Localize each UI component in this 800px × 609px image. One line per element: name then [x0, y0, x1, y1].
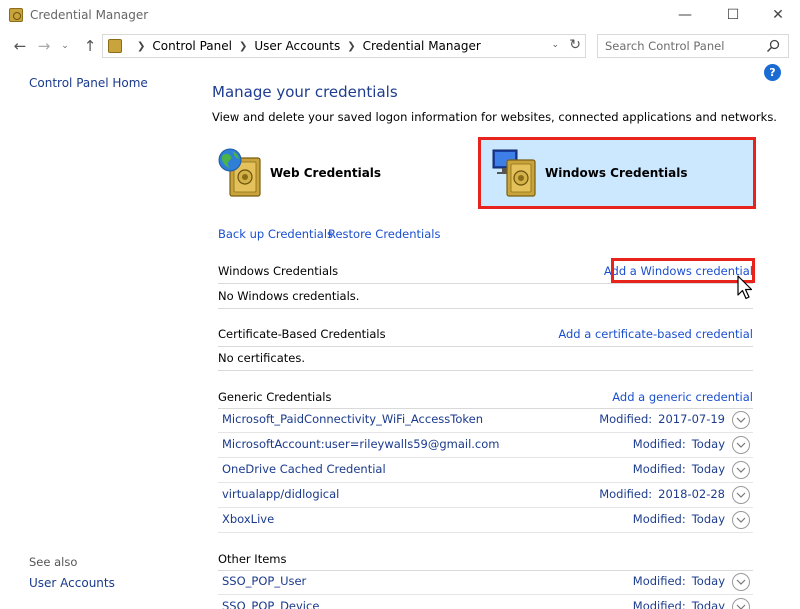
chevron-right-icon[interactable]: ❯ — [137, 41, 145, 52]
other-items-heading: Other Items — [218, 552, 287, 566]
credential-modified: Modified: Today — [632, 599, 725, 609]
windows-credentials-heading: Windows Credentials — [218, 264, 339, 278]
chevron-down-icon[interactable] — [732, 511, 750, 529]
recent-locations-button[interactable]: ⌄ — [58, 36, 72, 56]
help-button[interactable]: ? — [764, 64, 781, 81]
other-credential-row[interactable]: SSO_POP_Device Modified: Today — [218, 596, 753, 609]
chevron-down-icon[interactable] — [732, 411, 750, 429]
credential-name[interactable]: SSO_POP_Device — [222, 599, 319, 609]
generic-credential-row[interactable]: OneDrive Cached Credential Modified: Toda… — [218, 459, 753, 483]
breadcrumb-credential-manager[interactable]: Credential Manager — [363, 39, 481, 53]
search-icon[interactable] — [766, 39, 780, 53]
page-title: Manage your credentials — [212, 83, 398, 101]
maximize-button[interactable]: ☐ — [710, 0, 756, 30]
title-bar: Credential Manager — ☐ ✕ — [0, 0, 800, 31]
page-description: View and delete your saved logon informa… — [212, 110, 777, 124]
back-up-credentials-link[interactable]: Back up Credentials — [218, 227, 333, 241]
chevron-down-icon[interactable] — [732, 461, 750, 479]
no-windows-credentials-text: No Windows credentials. — [218, 289, 360, 303]
no-certificates-text: No certificates. — [218, 351, 305, 365]
credential-modified: Modified: 2017-07-19 — [599, 412, 725, 426]
credential-modified: Modified: Today — [632, 512, 725, 526]
close-button[interactable]: ✕ — [755, 0, 800, 30]
add-generic-credential-link[interactable]: Add a generic credential — [612, 390, 753, 404]
generic-credential-row[interactable]: MicrosoftAccount:user=rileywalls59@gmail… — [218, 434, 753, 458]
divider — [218, 370, 753, 371]
minimize-button[interactable]: — — [662, 0, 708, 30]
credential-name[interactable]: OneDrive Cached Credential — [222, 462, 386, 476]
credential-name[interactable]: MicrosoftAccount:user=rileywalls59@gmail… — [222, 437, 499, 451]
mouse-cursor-icon — [737, 275, 753, 300]
credential-modified: Modified: Today — [632, 437, 725, 451]
generic-credential-row[interactable]: Microsoft_PaidConnectivity_WiFi_AccessTo… — [218, 409, 753, 433]
navigation-bar: ← → ⌄ ↑ ❯ Control Panel ❯ User Accounts … — [0, 31, 800, 61]
see-also-label: See also — [29, 555, 78, 569]
search-input[interactable] — [605, 36, 765, 56]
other-items-section-header: Other Items — [218, 552, 753, 572]
divider — [218, 283, 753, 284]
divider — [218, 346, 753, 347]
breadcrumb-control-panel[interactable]: Control Panel — [152, 39, 232, 53]
generic-credentials-section-header: Generic Credentials Add a generic creden… — [218, 390, 753, 410]
highlight-box — [611, 258, 755, 283]
divider — [218, 308, 753, 309]
control-panel-home-link[interactable]: Control Panel Home — [29, 76, 148, 90]
refresh-icon[interactable]: ↻ — [569, 37, 581, 53]
add-certificate-credential-link[interactable]: Add a certificate-based credential — [558, 327, 753, 341]
windows-credentials-label: Windows Credentials — [545, 166, 688, 180]
generic-credential-row[interactable]: virtualapp/didlogical Modified: 2018-02-2… — [218, 484, 753, 508]
web-credentials-tile[interactable]: Web Credentials — [216, 140, 476, 206]
certificate-credentials-heading: Certificate-Based Credentials — [218, 327, 386, 341]
chevron-right-icon[interactable]: ❯ — [347, 41, 355, 52]
chevron-down-icon[interactable] — [732, 436, 750, 454]
certificate-credentials-section-header: Certificate-Based Credentials Add a cert… — [218, 327, 753, 347]
chevron-down-icon[interactable] — [732, 598, 750, 609]
web-credentials-icon — [218, 148, 261, 197]
window-title: Credential Manager — [30, 8, 149, 22]
forward-button[interactable]: → — [34, 36, 54, 56]
credential-manager-icon — [9, 8, 23, 22]
windows-credentials-icon — [492, 149, 536, 197]
credential-modified: Modified: Today — [632, 574, 725, 588]
credential-name[interactable]: SSO_POP_User — [222, 574, 306, 588]
chevron-down-icon[interactable] — [732, 573, 750, 591]
generic-credentials-heading: Generic Credentials — [218, 390, 332, 404]
address-dropdown-icon[interactable]: ⌄ — [551, 40, 559, 50]
chevron-down-icon[interactable] — [732, 486, 750, 504]
restore-credentials-link[interactable]: Restore Credentials — [328, 227, 440, 241]
search-box[interactable] — [597, 34, 789, 58]
up-button[interactable]: ↑ — [80, 36, 100, 56]
address-bar[interactable]: ❯ Control Panel ❯ User Accounts ❯ Creden… — [102, 34, 586, 58]
generic-credential-row[interactable]: XboxLive Modified: Today — [218, 509, 753, 533]
web-credentials-label: Web Credentials — [270, 166, 382, 180]
breadcrumb-user-accounts[interactable]: User Accounts — [254, 39, 340, 53]
credential-name[interactable]: Microsoft_PaidConnectivity_WiFi_AccessTo… — [222, 412, 483, 426]
windows-credentials-tile[interactable]: Windows Credentials — [478, 137, 756, 209]
other-credential-row[interactable]: SSO_POP_User Modified: Today — [218, 571, 753, 595]
credential-modified: Modified: 2018-02-28 — [599, 487, 725, 501]
control-panel-icon — [108, 39, 122, 53]
credential-name[interactable]: XboxLive — [222, 512, 274, 526]
credential-name[interactable]: virtualapp/didlogical — [222, 487, 339, 501]
back-button[interactable]: ← — [10, 36, 30, 56]
user-accounts-link[interactable]: User Accounts — [29, 576, 115, 590]
credential-modified: Modified: Today — [632, 462, 725, 476]
chevron-right-icon[interactable]: ❯ — [239, 41, 247, 52]
